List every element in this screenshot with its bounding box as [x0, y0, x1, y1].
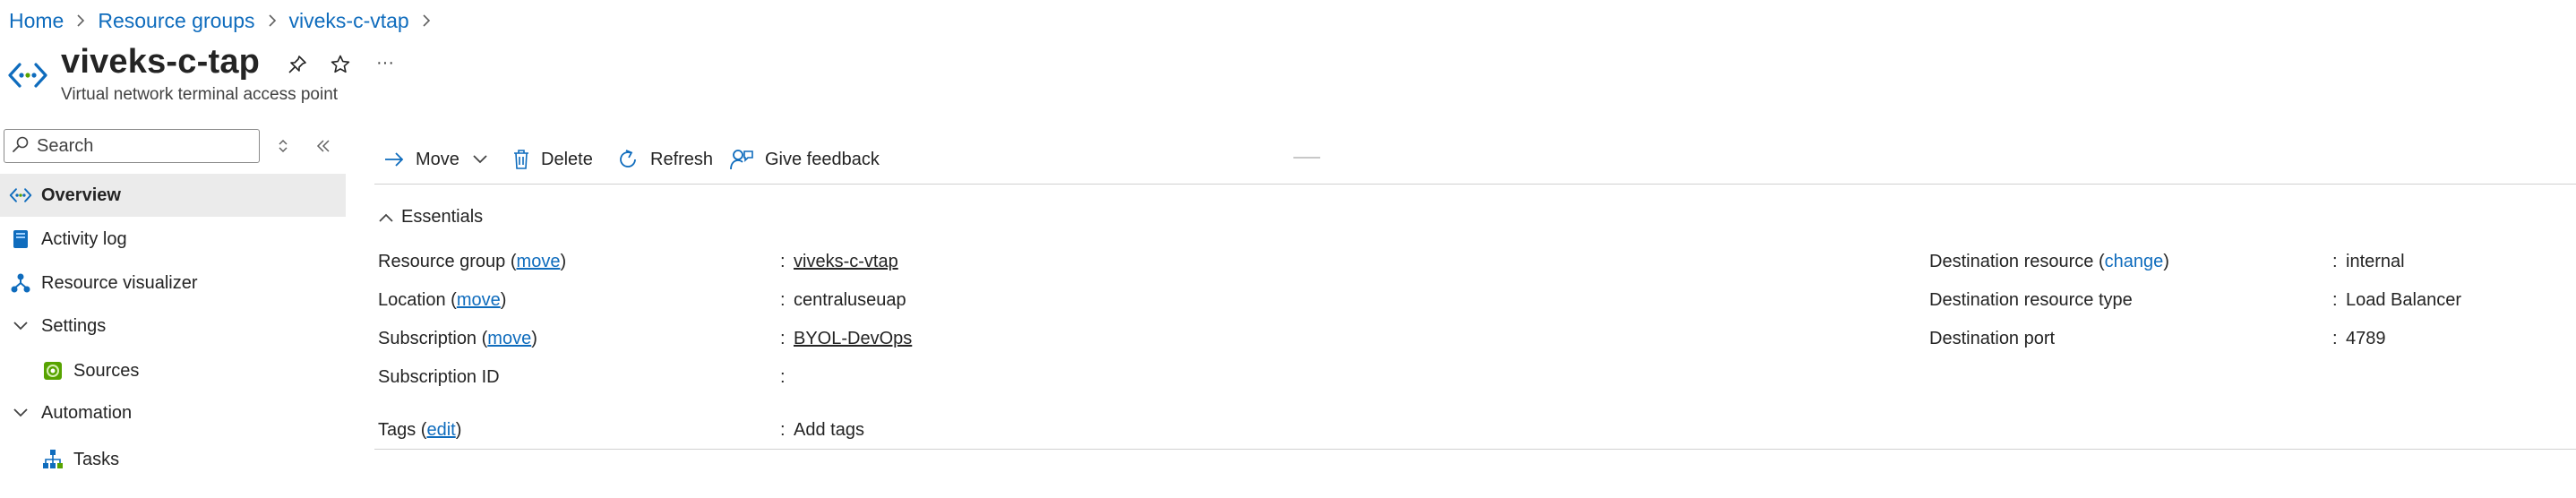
delete-button[interactable]: Delete: [512, 143, 593, 176]
resource-group-value-link[interactable]: viveks-c-vtap: [794, 252, 898, 272]
sources-icon: [41, 359, 64, 382]
subscription-label: Subscription (move): [378, 329, 537, 348]
chevron-down-icon: [9, 401, 32, 425]
separator: :: [2332, 252, 2338, 271]
chevron-right-icon: [267, 13, 278, 28]
essentials-title: Essentials: [401, 207, 484, 227]
separator: :: [780, 367, 786, 387]
chevron-right-icon: [421, 13, 432, 28]
vtap-icon: [7, 61, 48, 90]
more-options-button[interactable]: ···: [373, 50, 398, 75]
sort-icon[interactable]: [271, 134, 295, 158]
location-value: centraluseuap: [794, 290, 906, 310]
destination-resource-type-label: Destination resource type: [1929, 290, 2133, 310]
give-feedback-label: Give feedback: [765, 149, 880, 169]
move-location-link[interactable]: move: [457, 290, 501, 310]
destination-port-value: 4789: [2346, 329, 2386, 348]
sidebar-item-label: Activity log: [41, 228, 127, 249]
toolbar-divider: [374, 184, 2576, 185]
feedback-icon: [729, 148, 754, 171]
chevron-right-icon: [75, 13, 86, 28]
sidebar-item-label: Overview: [41, 185, 121, 205]
refresh-icon: [616, 148, 640, 171]
sidebar-item-sources[interactable]: Sources: [0, 349, 346, 392]
separator: :: [2332, 290, 2338, 310]
separator: :: [780, 290, 786, 310]
essentials-divider: [374, 449, 2576, 450]
change-destination-link[interactable]: change: [2105, 252, 2164, 271]
sidebar-group-automation[interactable]: Automation: [0, 391, 346, 434]
drag-grip: [1293, 157, 1320, 159]
chevron-down-icon: [472, 154, 488, 165]
sidebar-item-label: Tasks: [73, 449, 120, 469]
move-label: Move: [416, 149, 459, 169]
sidebar-group-settings[interactable]: Settings: [0, 305, 346, 348]
sidebar-group-label: Settings: [41, 315, 107, 336]
destination-resource-type-value: Load Balancer: [2346, 290, 2461, 310]
sidebar-group-label: Automation: [41, 402, 133, 423]
breadcrumb: Home Resource groups viveks-c-vtap: [9, 7, 443, 34]
refresh-button[interactable]: Refresh: [616, 143, 713, 176]
destination-resource-label: Destination resource (change): [1929, 252, 2169, 271]
location-label: Location (move): [378, 290, 507, 310]
breadcrumb-resource-group[interactable]: viveks-c-vtap: [289, 9, 409, 33]
breadcrumb-home[interactable]: Home: [9, 9, 64, 33]
add-tags-link[interactable]: Add tags: [794, 420, 864, 441]
vtap-icon: [9, 184, 32, 207]
breadcrumb-resource-groups[interactable]: Resource groups: [98, 9, 254, 33]
tasks-icon: [41, 448, 64, 471]
destination-resource-value: internal: [2346, 252, 2405, 271]
destination-port-label: Destination port: [1929, 329, 2056, 348]
sidebar-item-label: Resource visualizer: [41, 272, 198, 293]
resource-group-label: Resource group (move): [378, 252, 567, 271]
sidebar-item-label: Sources: [73, 360, 140, 381]
tags-label: Tags (edit): [378, 420, 462, 440]
sidebar-item-resource-visualizer[interactable]: Resource visualizer: [0, 262, 346, 305]
sidebar-item-activity-log[interactable]: Activity log: [0, 218, 346, 261]
arrow-right-icon: [383, 150, 405, 168]
collapse-sidebar-icon[interactable]: [312, 134, 335, 158]
edit-tags-link[interactable]: edit: [426, 420, 455, 440]
star-icon[interactable]: [328, 52, 353, 77]
separator: :: [780, 252, 786, 271]
separator: :: [780, 329, 786, 348]
separator: :: [2332, 329, 2338, 348]
page-subtitle: Virtual network terminal access point: [61, 85, 339, 104]
essentials-toggle[interactable]: Essentials: [378, 207, 483, 228]
subscription-value-link[interactable]: BYOL-DevOps: [794, 329, 912, 349]
chevron-down-icon: [9, 314, 32, 338]
move-subscription-link[interactable]: move: [487, 329, 531, 348]
page-title: viveks-c-tap: [61, 43, 261, 81]
move-button[interactable]: Move: [383, 143, 488, 176]
pin-icon[interactable]: [285, 52, 310, 77]
sidebar-item-overview[interactable]: Overview: [0, 174, 346, 217]
resource-visualizer-icon: [9, 271, 32, 295]
subscription-id-label: Subscription ID: [378, 367, 500, 387]
give-feedback-button[interactable]: Give feedback: [729, 143, 880, 176]
search-box[interactable]: [4, 129, 260, 163]
move-resource-group-link[interactable]: move: [517, 252, 561, 271]
sidebar-item-tasks[interactable]: Tasks: [0, 438, 346, 481]
activity-log-icon: [9, 228, 32, 251]
chevron-up-icon: [378, 212, 401, 223]
trash-icon: [512, 149, 530, 170]
delete-label: Delete: [541, 149, 593, 169]
search-icon: [12, 135, 30, 158]
search-input[interactable]: [37, 135, 252, 157]
separator: :: [780, 420, 786, 440]
refresh-label: Refresh: [650, 149, 714, 169]
